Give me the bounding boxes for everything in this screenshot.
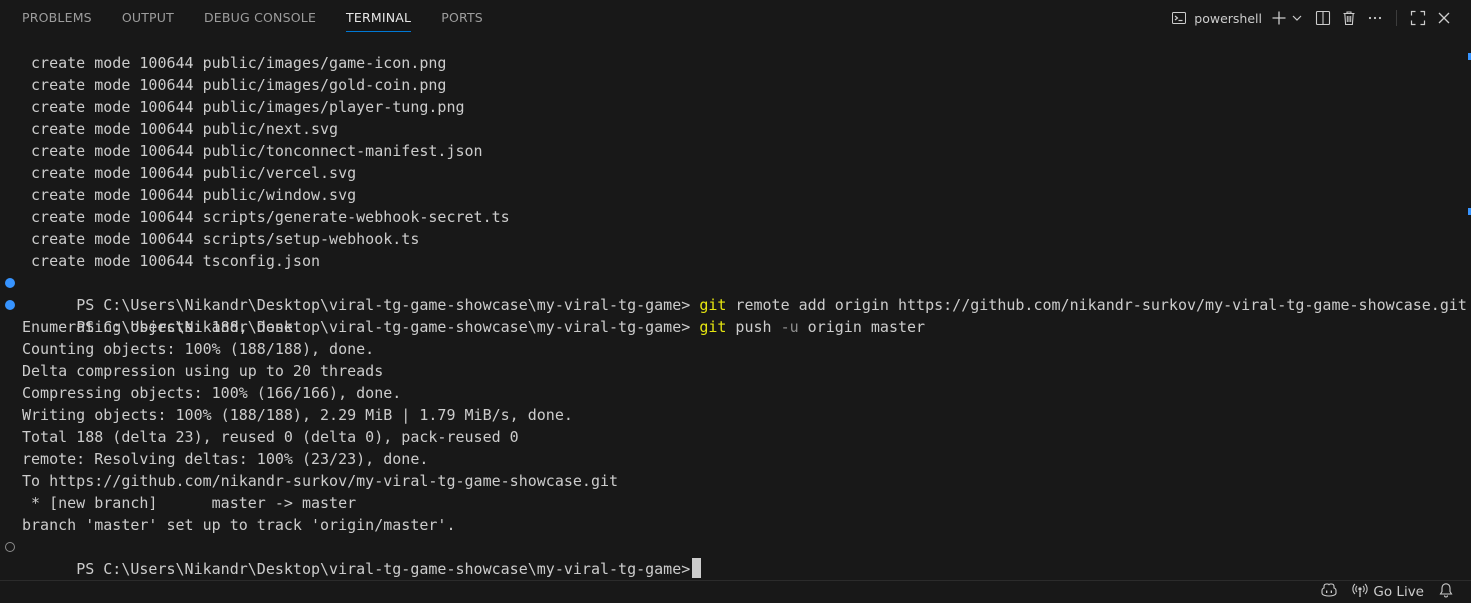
output-line: create mode 100644 public/images/player-… [22,98,465,116]
split-terminal-button[interactable] [1310,6,1336,30]
command-line: PS C:\Users\Nikandr\Desktop\viral-tg-gam… [0,294,1466,336]
output-line: Delta compression using up to 20 threads [22,362,384,380]
new-terminal-button[interactable] [1268,6,1290,30]
output-line: create mode 100644 public/vercel.svg [22,164,357,182]
terminal-output[interactable]: create mode 100644 public/images/game-ic… [0,52,1467,578]
output-line: create mode 100644 public/next.svg [22,120,339,138]
output-line: create mode 100644 scripts/generate-webh… [22,208,510,226]
terminal-panel: PROBLEMS OUTPUT DEBUG CONSOLE TERMINAL P… [0,0,1471,603]
text-cursor [692,558,702,578]
notifications-button[interactable] [1431,581,1461,603]
tab-debug-console[interactable]: DEBUG CONSOLE [189,0,331,36]
output-line: Counting objects: 100% (188/188), done. [22,340,375,358]
output-line: branch 'master' set up to track 'origin/… [22,516,456,534]
output-line: * [new branch] master -> master [22,494,357,512]
output-line: remote: Resolving deltas: 100% (23/23), … [22,450,429,468]
output-line: Writing objects: 100% (188/188), 2.29 Mi… [22,406,573,424]
status-bar: Go Live [0,580,1471,603]
close-panel-button[interactable] [1431,6,1457,30]
panel-tabs: PROBLEMS OUTPUT DEBUG CONSOLE TERMINAL P… [7,0,498,36]
tab-problems[interactable]: PROBLEMS [7,0,107,36]
terminal-name: powershell [1194,10,1262,26]
maximize-icon [1410,10,1426,26]
tab-ports[interactable]: PORTS [426,0,498,36]
prompt: PS C:\Users\Nikandr\Desktop\viral-tg-gam… [76,560,691,578]
tab-output[interactable]: OUTPUT [107,0,189,36]
launch-profile-button[interactable] [1290,6,1304,30]
go-live-button[interactable]: Go Live [1345,581,1431,603]
copilot-icon [1320,582,1338,602]
command-success-decoration[interactable] [5,278,15,288]
plus-icon [1271,10,1287,26]
output-line: create mode 100644 public/images/gold-co… [22,76,447,94]
output-line: Total 188 (delta 23), reused 0 (delta 0)… [22,428,519,446]
chevron-down-icon [1291,12,1303,24]
more-actions-button[interactable] [1362,6,1388,30]
output-line: create mode 100644 public/tonconnect-man… [22,142,483,160]
terminal-icon [1171,10,1187,26]
kill-terminal-button[interactable] [1336,6,1362,30]
go-live-label: Go Live [1373,584,1424,600]
bell-icon [1438,582,1454,602]
output-line: create mode 100644 tsconfig.json [22,252,321,270]
tab-terminal[interactable]: TERMINAL [331,0,426,36]
panel-tab-bar: PROBLEMS OUTPUT DEBUG CONSOLE TERMINAL P… [0,0,1471,36]
toolbar-divider [1396,10,1397,26]
more-icon [1367,10,1383,26]
output-line: Enumerating objects: 188, done. [22,318,302,336]
copilot-status-button[interactable] [1313,581,1345,603]
command-line: PS C:\Users\Nikandr\Desktop\viral-tg-gam… [0,272,1467,314]
output-line: create mode 100644 scripts/setup-webhook… [22,230,420,248]
output-line: To https://github.com/nikandr-surkov/my-… [22,472,619,490]
close-icon [1436,10,1452,26]
panel-actions: powershell [1167,0,1457,36]
output-line: create mode 100644 public/images/game-ic… [22,54,447,72]
active-prompt-line[interactable]: PS C:\Users\Nikandr\Desktop\viral-tg-gam… [0,536,1466,578]
maximize-panel-button[interactable] [1405,6,1431,30]
output-line: Compressing objects: 100% (166/166), don… [22,384,402,402]
command-success-decoration[interactable] [5,300,15,310]
terminal-select-button[interactable]: powershell [1167,6,1266,30]
output-line: create mode 100644 public/window.svg [22,186,357,204]
split-icon [1315,10,1331,26]
command-pending-decoration [5,542,15,552]
broadcast-icon [1352,582,1369,602]
trash-icon [1341,10,1357,26]
